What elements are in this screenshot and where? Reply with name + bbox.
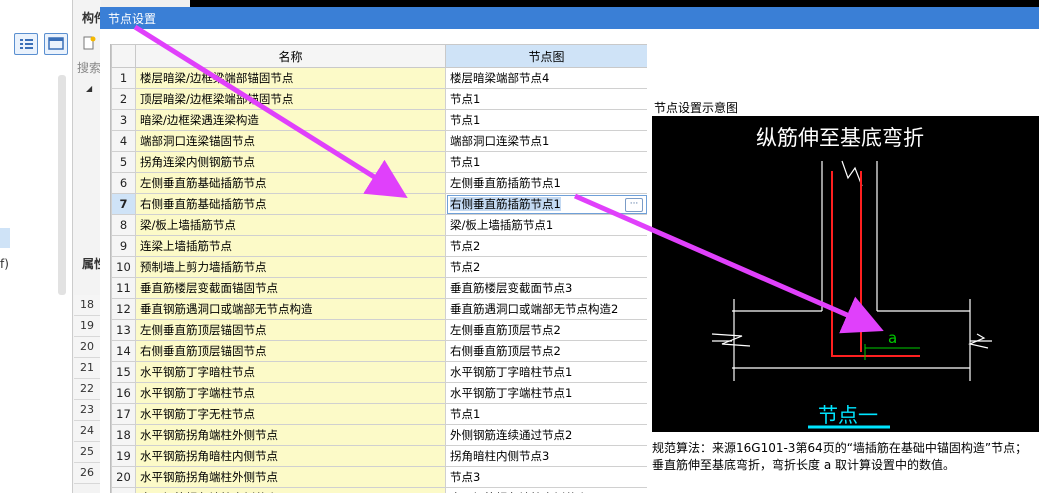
annotation-arrow-1 — [133, 24, 408, 198]
annotation-arrow-2 — [573, 193, 884, 334]
annotation-overlay — [133, 24, 884, 334]
